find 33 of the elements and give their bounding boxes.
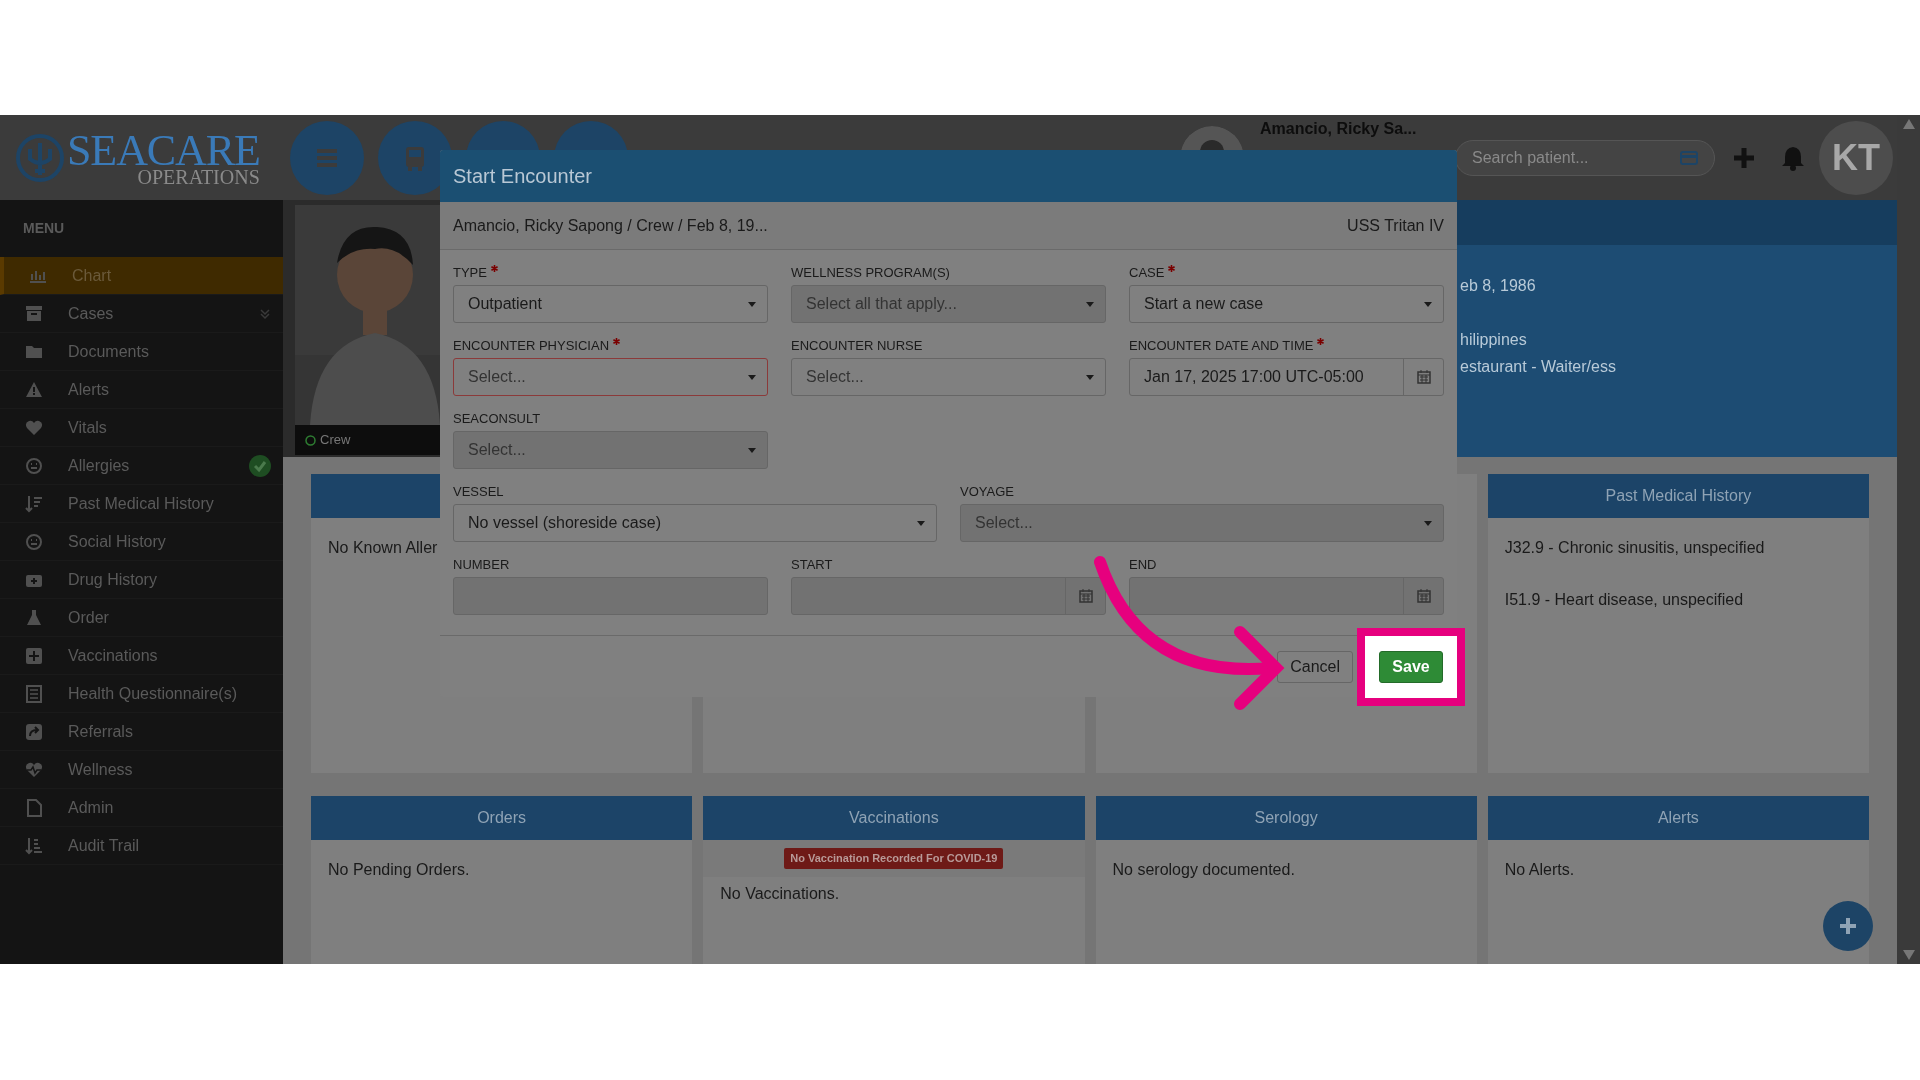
vessel-name: USS Tritan IV <box>1347 215 1444 236</box>
menu-heading: MENU <box>22 219 66 238</box>
card-text: I51.9 - Heart disease, unspecified <box>1504 590 1745 610</box>
field-label: VESSEL <box>453 483 504 500</box>
card-text: No Known Aller <box>328 538 439 558</box>
field-label: WELLNESS PROGRAM(S) <box>791 264 950 281</box>
field-label: ENCOUNTER NURSE <box>791 337 923 354</box>
dialog-title: Start Encounter <box>440 150 1457 202</box>
card-header: Vaccinations <box>703 796 1085 840</box>
patient-detail: estaurant - Waiter/ess <box>1460 357 1617 377</box>
field-label: VOYAGE <box>960 483 1014 500</box>
status-label: Crew <box>320 431 351 450</box>
card-text: No Pending Orders. <box>328 860 471 880</box>
field-label: START <box>791 556 833 573</box>
warning-badge: No Vaccination Recorded For COVID-19 <box>784 848 1004 869</box>
card-header: Orders <box>311 796 693 840</box>
field-label: ENCOUNTER DATE AND TIME <box>1129 337 1314 354</box>
field-label: TYPE <box>453 264 487 281</box>
patient-detail: hilippines <box>1460 330 1528 350</box>
field-label: ENCOUNTER PHYSICIAN <box>453 337 610 354</box>
card-header: Alerts <box>1487 796 1869 840</box>
patient-detail: eb 8, 1986 <box>1460 276 1537 296</box>
patient-summary: Amancio, Ricky Sapong / Crew / Feb 8, 19... <box>453 215 768 236</box>
card-text: No Alerts. <box>1504 860 1576 880</box>
card-text: No Vaccinations. <box>720 883 841 904</box>
card-header: Serology <box>1095 796 1477 840</box>
field-label: NUMBER <box>453 556 510 573</box>
field-label: CASE <box>1129 264 1165 281</box>
card-text: J32.9 - Chronic sinusitis, unspecified <box>1504 538 1766 558</box>
card-text: No serology documented. <box>1112 860 1296 880</box>
card-header: Past Medical History <box>1487 474 1869 518</box>
field-label: END <box>1129 556 1157 573</box>
field-label: SEACONSULT <box>453 410 541 427</box>
